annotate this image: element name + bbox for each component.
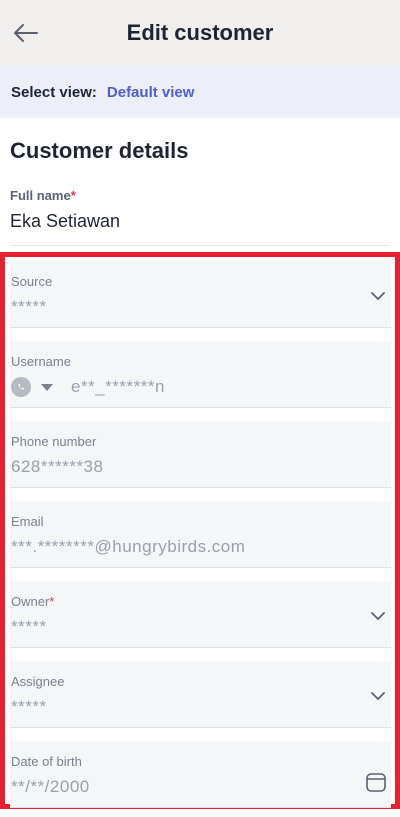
calendar-icon[interactable] [365, 771, 387, 793]
required-marker: * [49, 594, 55, 609]
whatsapp-icon[interactable] [11, 377, 31, 397]
page-title: Edit customer [126, 20, 274, 45]
source-label: Source [11, 274, 53, 289]
chevron-down-icon[interactable] [369, 687, 387, 705]
email-field[interactable]: Email ***.********@hungrybirds.com [10, 501, 391, 568]
username-label: Username [11, 354, 71, 369]
full-name-label: Full name* [10, 188, 76, 203]
back-button[interactable] [10, 17, 42, 49]
full-name-field[interactable]: Full name* Eka Setiawan [10, 188, 390, 246]
email-value[interactable]: ***.********@hungrybirds.com [11, 537, 391, 557]
source-field[interactable]: Source ***** [10, 261, 391, 328]
dob-label: Date of birth [11, 754, 82, 769]
email-label: Email [11, 514, 44, 529]
chevron-down-icon[interactable] [369, 607, 387, 625]
owner-field[interactable]: Owner* ***** [10, 581, 391, 648]
phone-label: Phone number [11, 434, 97, 449]
section-title: Customer details [10, 138, 189, 163]
select-view-label: Select view: [11, 83, 97, 101]
dob-value[interactable]: **/**/2000 [11, 777, 391, 797]
required-marker: * [70, 188, 76, 203]
owner-label: Owner* [11, 594, 55, 609]
default-view-link[interactable]: Default view [107, 84, 195, 101]
view-selector-bar: Select view: Default view [0, 66, 400, 118]
phone-value[interactable]: 628******38 [11, 457, 391, 477]
owner-value: ***** [11, 617, 47, 636]
highlight-box: Source ***** Username e**_*******n Phone… [0, 252, 400, 809]
caret-down-icon[interactable] [41, 383, 53, 391]
assignee-field[interactable]: Assignee ***** [10, 661, 391, 728]
username-field[interactable]: Username e**_*******n [10, 341, 391, 408]
assignee-value: ***** [11, 697, 47, 716]
username-value[interactable]: e**_*******n [71, 377, 165, 397]
source-value: ***** [11, 297, 47, 316]
chevron-down-icon[interactable] [369, 287, 387, 305]
assignee-label: Assignee [11, 674, 65, 689]
top-app-bar: Edit customer [0, 0, 400, 66]
arrow-left-icon [14, 24, 38, 42]
phone-field[interactable]: Phone number 628******38 [10, 421, 391, 488]
full-name-value[interactable]: Eka Setiawan [10, 211, 390, 232]
dob-field[interactable]: Date of birth **/**/2000 [10, 741, 391, 808]
